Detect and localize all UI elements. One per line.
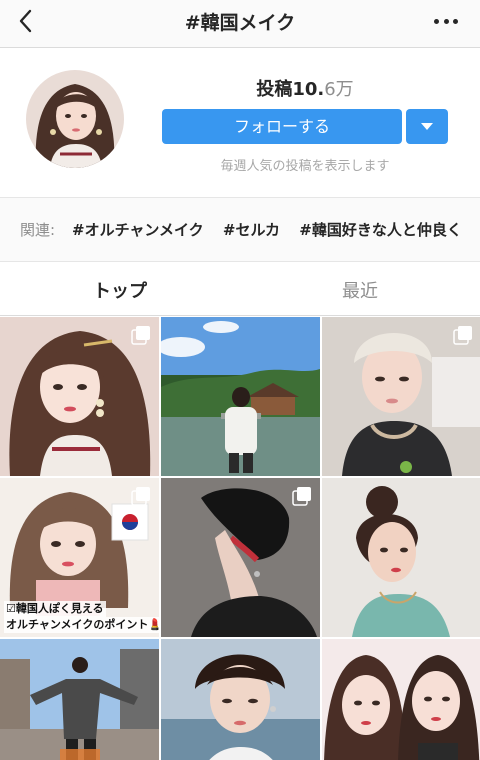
tab-recent[interactable]: 最近: [240, 277, 480, 303]
related-hashtags-bar: 関連: #オルチャンメイク #セルカ #韓国好きな人と仲良く: [0, 198, 480, 262]
follow-button[interactable]: フォローする: [162, 109, 402, 144]
caret-down-icon: [421, 123, 433, 130]
related-tag-orchan-makeup[interactable]: #オルチャンメイク: [72, 221, 204, 239]
grid-post[interactable]: [322, 639, 480, 760]
follow-dropdown-button[interactable]: [406, 109, 448, 144]
tab-top[interactable]: トップ: [0, 277, 240, 303]
grid-post[interactable]: [322, 317, 480, 476]
multiple-photos-icon: [453, 326, 472, 345]
related-tag-selca[interactable]: #セルカ: [223, 221, 280, 239]
related-tag-korea-friends[interactable]: #韓国好きな人と仲良く: [299, 221, 462, 239]
page-title: #韓国メイク: [184, 12, 296, 34]
multiple-photos-icon: [292, 487, 311, 506]
more-options-icon[interactable]: [434, 17, 458, 25]
grid-post[interactable]: [161, 317, 320, 476]
post-tabs: トップ 最近: [0, 262, 480, 316]
posts-count: 投稿10.6万: [256, 79, 354, 100]
post-caption-overlay: ☑韓国人ぽく見える オルチャンメイクのポイント💄: [4, 601, 159, 633]
multiple-photos-icon: [131, 487, 150, 506]
grid-post[interactable]: [0, 639, 159, 760]
post-grid: ☑韓国人ぽく見える オルチャンメイクのポイント💄: [0, 317, 480, 760]
grid-post[interactable]: [161, 478, 320, 637]
grid-post[interactable]: [322, 478, 480, 637]
top-bar: #韓国メイク: [0, 0, 480, 48]
grid-post[interactable]: ☑韓国人ぽく見える オルチャンメイクのポイント💄: [0, 478, 159, 637]
hashtag-header: 投稿10.6万 フォローする 毎週人気の投稿を表示します: [0, 48, 480, 198]
grid-post[interactable]: [0, 317, 159, 476]
hashtag-avatar: [26, 70, 124, 168]
weekly-top-posts-note: 毎週人気の投稿を表示します: [220, 159, 390, 174]
grid-post[interactable]: [161, 639, 320, 760]
related-label: 関連:: [20, 221, 56, 239]
multiple-photos-icon: [131, 326, 150, 345]
